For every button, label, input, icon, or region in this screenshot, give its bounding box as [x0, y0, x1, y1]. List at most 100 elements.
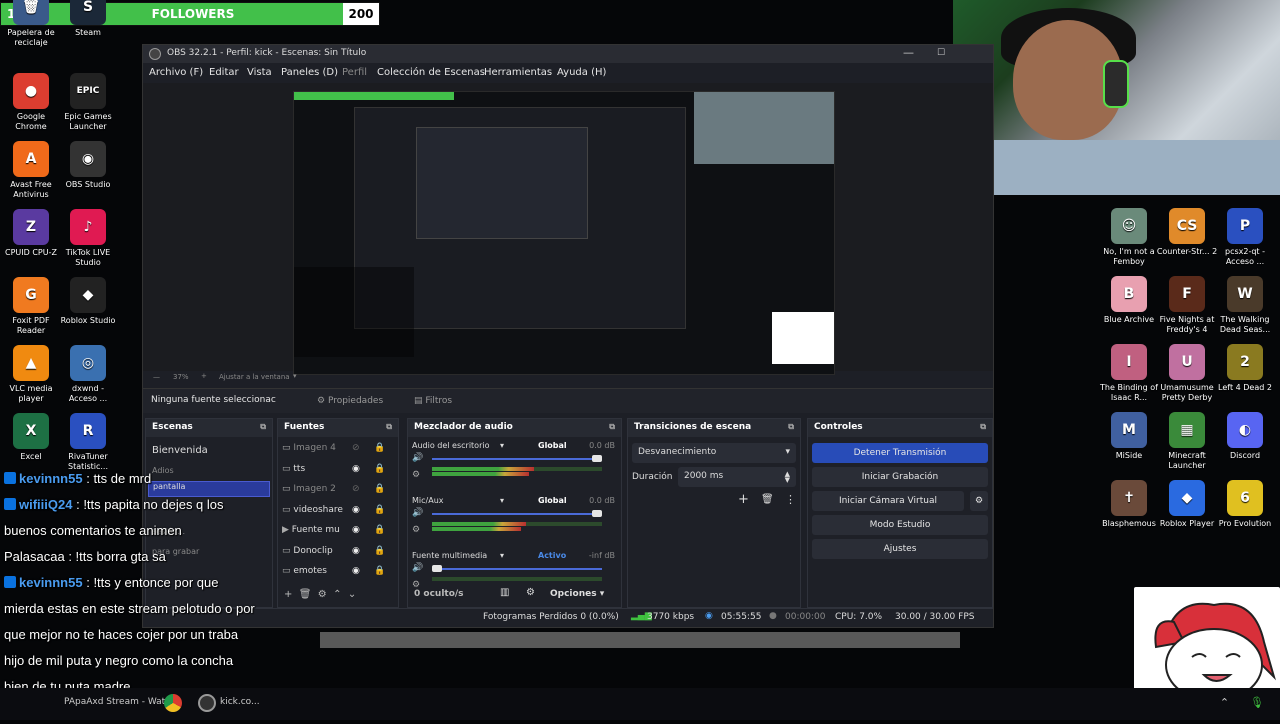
desktop-icon[interactable]: R RivaTuner Statistic... — [57, 413, 119, 472]
settings-button[interactable]: Ajustes — [812, 539, 988, 559]
desktop-icon[interactable]: ✝ Blasphemous — [1098, 480, 1160, 529]
desktop-icon[interactable]: F Five Nights at Freddy's 4 — [1156, 276, 1218, 335]
desktop-icon[interactable]: ◐ Discord — [1214, 412, 1276, 461]
desktop-icon[interactable]: ☺ No, I'm not a Femboy — [1098, 208, 1160, 267]
desktop-icon[interactable]: ▦ Minecraft Launcher — [1156, 412, 1218, 471]
desktop-icon[interactable]: ● Google Chrome — [0, 73, 62, 132]
source-item[interactable]: ▭ tts ◉ 🔒 — [282, 464, 396, 474]
studio-mode-button[interactable]: Modo Estudio — [812, 515, 988, 535]
desktop-icon[interactable]: Ppcsx2-qt - Acceso ... — [1214, 208, 1276, 267]
menu-item[interactable]: Herramientas — [484, 67, 552, 78]
desktop-icon[interactable]: ◎ dxwnd - Acceso ... — [57, 345, 119, 404]
lock-icon[interactable]: 🔒 — [374, 546, 385, 556]
volume-slider[interactable] — [432, 513, 602, 515]
eye-hidden-icon[interactable]: ⊘ — [352, 484, 360, 494]
obs-preview[interactable] — [143, 83, 993, 375]
panel-undock-icon[interactable]: ⧉ — [260, 422, 266, 432]
source-item[interactable]: ▭ Imagen 2 ⊘ 🔒 — [282, 484, 396, 494]
panel-undock-icon[interactable]: ⧉ — [386, 422, 392, 432]
panel-undock-icon[interactable]: ⧉ — [609, 422, 615, 432]
maximize-icon[interactable]: ☐ — [937, 48, 945, 58]
lock-icon[interactable]: 🔒 — [374, 443, 385, 453]
desktop-icon[interactable]: S Steam — [57, 0, 119, 38]
filters-button[interactable]: ▤ Filtros — [408, 394, 458, 408]
desktop-icon[interactable]: A Avast Free Antivirus — [0, 141, 62, 200]
menu-item[interactable]: Perfil — [342, 67, 367, 78]
mixer-layout-icon[interactable]: ▥ — [500, 587, 509, 598]
desktop-icon[interactable]: EPIC Epic Games Launcher — [57, 73, 119, 132]
menu-item[interactable]: Ayuda (H) — [557, 67, 606, 78]
mute-icon[interactable]: 🔊 — [412, 563, 423, 573]
start-recording-button[interactable]: Iniciar Grabación — [812, 467, 988, 487]
volume-icon[interactable]: 🔊 — [412, 508, 423, 518]
desktop-icon[interactable]: I The Binding of Isaac R... — [1098, 344, 1160, 403]
channel-dropdown-icon[interactable]: ▾ — [500, 441, 504, 450]
source-item[interactable]: ▭ videoshare ◉ 🔒 — [282, 505, 396, 515]
virtual-camera-settings-icon[interactable]: ⚙ — [970, 491, 988, 511]
menu-item[interactable]: Colección de Escenas — [377, 67, 485, 78]
scene-item[interactable]: Adios — [152, 466, 174, 475]
volume-knob[interactable] — [592, 510, 602, 517]
mixer-settings-icon[interactable]: ⚙ — [412, 470, 420, 480]
source-item[interactable]: ▭ emotes ◉ 🔒 — [282, 566, 396, 576]
menu-item[interactable]: Archivo (F) — [149, 67, 203, 78]
mixer-options-button[interactable]: Opciones ▾ — [550, 589, 604, 599]
desktop-icon[interactable]: ♪ TikTok LIVE Studio — [57, 209, 119, 268]
add-transition-icon[interactable]: + — [738, 492, 749, 507]
volume-slider[interactable] — [432, 568, 602, 570]
chrome-taskbar-icon[interactable] — [164, 694, 182, 712]
scene-item[interactable]: Bienvenida — [152, 445, 208, 456]
channel-dropdown-icon[interactable]: ▾ — [500, 551, 504, 560]
lock-icon[interactable]: 🔒 — [374, 484, 385, 494]
desktop-icon[interactable]: G Foxit PDF Reader — [0, 277, 62, 336]
eye-icon[interactable]: ◉ — [352, 464, 360, 474]
eye-hidden-icon[interactable]: ⊘ — [352, 443, 360, 453]
transition-select[interactable]: Desvanecimiento ▾ — [632, 443, 796, 463]
desktop-icon[interactable]: X Excel — [0, 413, 62, 462]
volume-knob[interactable] — [432, 565, 442, 572]
menu-item[interactable]: Editar — [209, 67, 239, 78]
desktop-icon[interactable]: U Umamusume Pretty Derby — [1156, 344, 1218, 403]
desktop-icon[interactable]: Z CPUID CPU-Z — [0, 209, 62, 258]
scene-item-selected[interactable]: pantalla — [148, 481, 270, 497]
desktop-icon[interactable]: 2 Left 4 Dead 2 — [1214, 344, 1276, 393]
zoom-in-icon[interactable]: + — [201, 372, 207, 380]
volume-icon[interactable]: 🔊 — [412, 453, 423, 463]
desktop-icon[interactable]: ◉ OBS Studio — [57, 141, 119, 190]
mixer-settings-icon[interactable]: ⚙ — [412, 525, 420, 535]
tray-mic-icon[interactable]: 🎙 — [1250, 696, 1264, 709]
zoom-dropdown-icon[interactable]: ▾ — [293, 372, 297, 380]
menu-item[interactable]: Paneles (D) — [281, 67, 338, 78]
desktop-icon[interactable]: B Blue Archive — [1098, 276, 1160, 325]
taskbar-item[interactable]: PApaAxd Stream - Watc... — [64, 697, 179, 707]
source-item[interactable]: ▶ Fuente mu ◉ 🔒 — [282, 525, 396, 535]
zoom-out-icon[interactable]: — — [153, 373, 160, 381]
stop-stream-button[interactable]: Detener Transmisión — [812, 443, 988, 463]
panel-undock-icon[interactable]: ⧉ — [788, 422, 794, 432]
panel-undock-icon[interactable]: ⧉ — [980, 422, 986, 432]
tray-chevron-icon[interactable]: ⌃ — [1220, 696, 1229, 709]
minimize-icon[interactable]: — — [903, 46, 914, 59]
lock-icon[interactable]: 🔒 — [374, 464, 385, 474]
channel-dropdown-icon[interactable]: ▾ — [500, 496, 504, 505]
transition-menu-icon[interactable]: ⋮ — [785, 493, 796, 506]
volume-slider[interactable] — [432, 458, 602, 460]
fit-window-button[interactable]: Ajustar a la ventana — [219, 373, 290, 381]
eye-icon[interactable]: ◉ — [352, 546, 360, 556]
menu-item[interactable]: Vista — [247, 67, 272, 78]
source-item[interactable]: ▭ Imagen 4 ⊘ 🔒 — [282, 443, 396, 453]
delete-transition-icon[interactable]: 🗑 — [761, 494, 774, 505]
lock-icon[interactable]: 🔒 — [374, 505, 385, 515]
desktop-icon[interactable]: CS Counter-Str... 2 — [1156, 208, 1218, 257]
desktop-icon[interactable]: ◆ Roblox Studio — [57, 277, 119, 326]
desktop-icon[interactable]: 🗑 Papelera de reciclaje — [0, 0, 62, 48]
properties-button[interactable]: ⚙ Propiedades — [311, 394, 389, 408]
eye-icon[interactable]: ◉ — [352, 525, 360, 535]
virtual-camera-button[interactable]: Iniciar Cámara Virtual — [812, 491, 964, 511]
eye-icon[interactable]: ◉ — [352, 505, 360, 515]
eye-icon[interactable]: ◉ — [352, 566, 360, 576]
source-item[interactable]: ▭ Donoclip ◉ 🔒 — [282, 546, 396, 556]
preview-canvas[interactable] — [293, 91, 835, 375]
desktop-icon[interactable]: ◆ Roblox Player — [1156, 480, 1218, 529]
desktop-icon[interactable]: ▲ VLC media player — [0, 345, 62, 404]
